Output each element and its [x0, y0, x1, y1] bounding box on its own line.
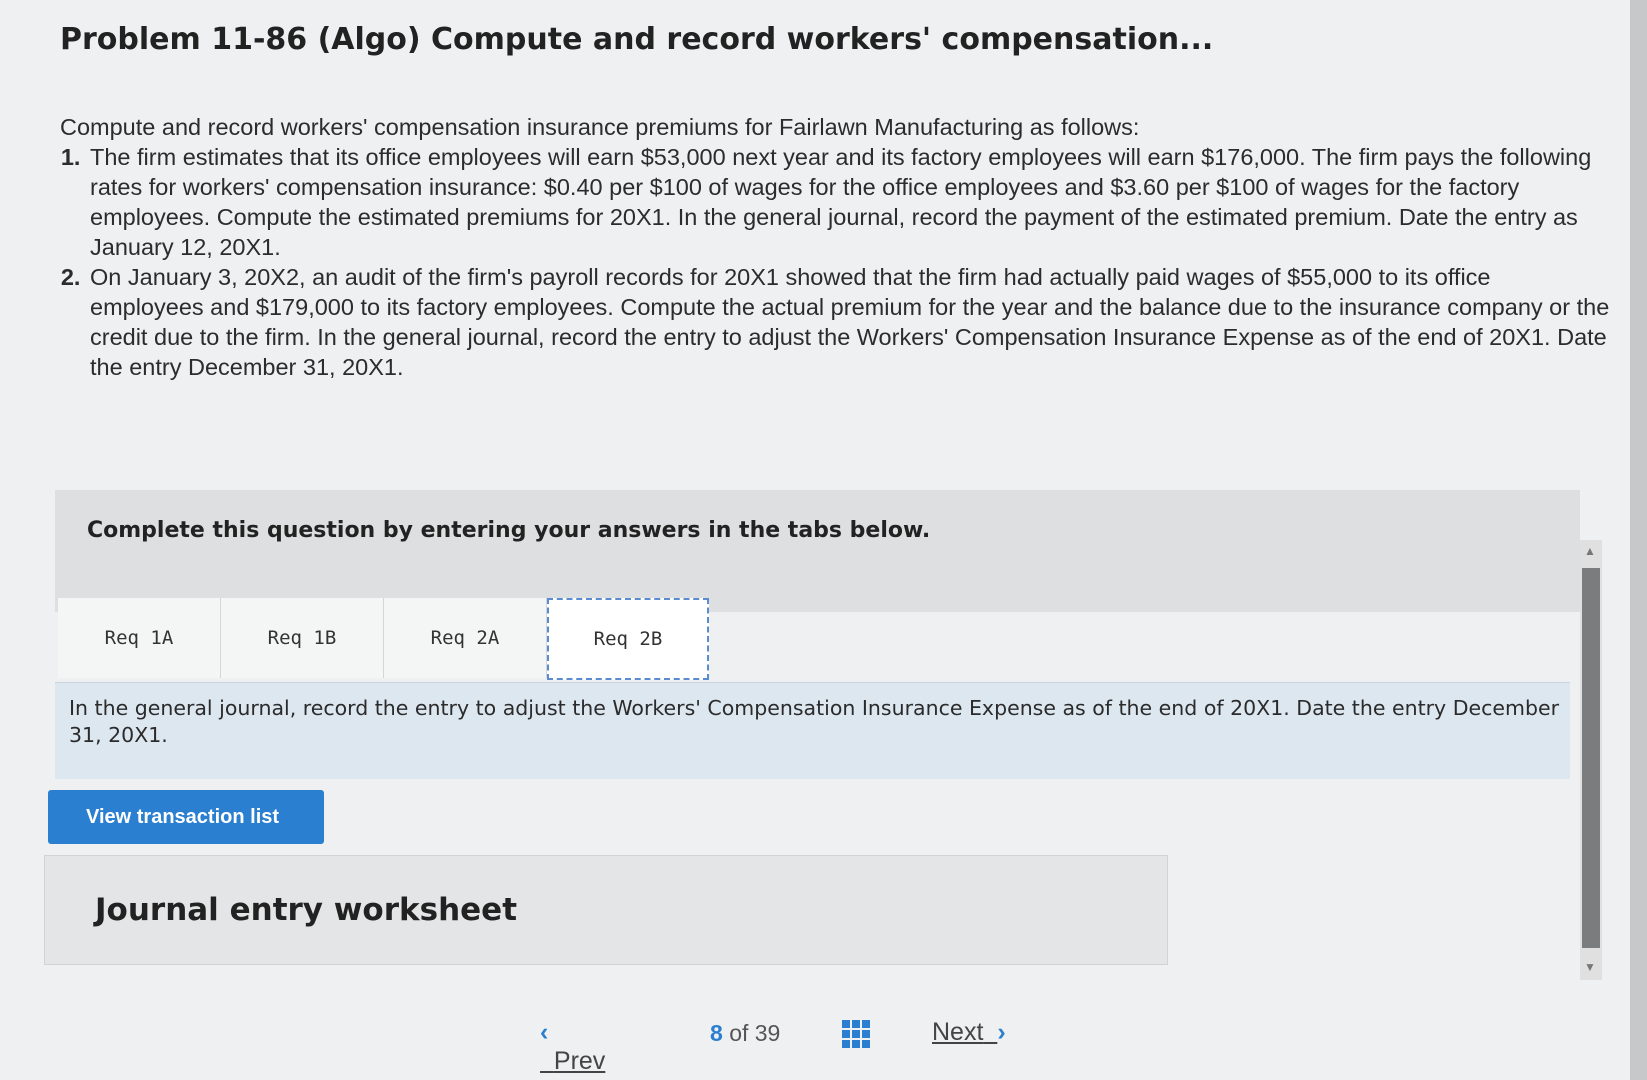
problem-item-1: The firm estimates that its office emplo… [87, 142, 1610, 262]
requirement-text: In the general journal, record the entry… [69, 696, 1559, 747]
requirement-banner: In the general journal, record the entry… [55, 682, 1570, 779]
current-page: 8 [710, 1020, 723, 1046]
page-counter: 8 of 39 [710, 1020, 780, 1047]
scrollbar[interactable]: ▲ ▼ [1580, 540, 1602, 980]
worksheet-title: Journal entry worksheet [95, 892, 518, 928]
scroll-down-icon[interactable]: ▼ [1584, 960, 1596, 974]
problem-intro: Compute and record workers' compensation… [60, 114, 1140, 140]
tab-req-2b[interactable]: Req 2B [547, 598, 709, 680]
next-label: Next [932, 1018, 984, 1046]
problem-item-2: On January 3, 20X2, an audit of the firm… [87, 262, 1610, 382]
complete-question-bar: Complete this question by entering your … [55, 490, 1580, 612]
of-label: of [729, 1020, 749, 1046]
page: Problem 11-86 (Algo) Compute and record … [0, 0, 1630, 1080]
grid-icon[interactable] [842, 1020, 870, 1048]
journal-entry-worksheet[interactable]: Journal entry worksheet [44, 855, 1168, 965]
scroll-thumb[interactable] [1582, 568, 1600, 948]
window-edge [1630, 0, 1647, 1080]
prev-button[interactable]: ‹ Prev [540, 1018, 605, 1076]
complete-question-text: Complete this question by entering your … [87, 518, 931, 543]
next-button[interactable]: Next › [932, 1018, 1006, 1047]
prev-label: Prev [553, 1047, 606, 1075]
chevron-right-icon: › [997, 1018, 1006, 1046]
page-title: Problem 11-86 (Algo) Compute and record … [60, 22, 1214, 57]
tab-req-2a[interactable]: Req 2A [384, 598, 547, 678]
tab-req-1b[interactable]: Req 1B [221, 598, 384, 678]
problem-statement: Compute and record workers' compensation… [60, 112, 1610, 382]
view-transaction-list-button[interactable]: View transaction list [48, 790, 324, 844]
scroll-up-icon[interactable]: ▲ [1584, 544, 1596, 558]
chevron-left-icon: ‹ [540, 1018, 549, 1046]
tab-req-1a[interactable]: Req 1A [58, 598, 221, 678]
total-pages: 39 [754, 1020, 781, 1046]
problem-list: The firm estimates that its office emplo… [60, 142, 1610, 382]
tab-bar: Req 1A Req 1B Req 2A Req 2B [58, 598, 709, 680]
